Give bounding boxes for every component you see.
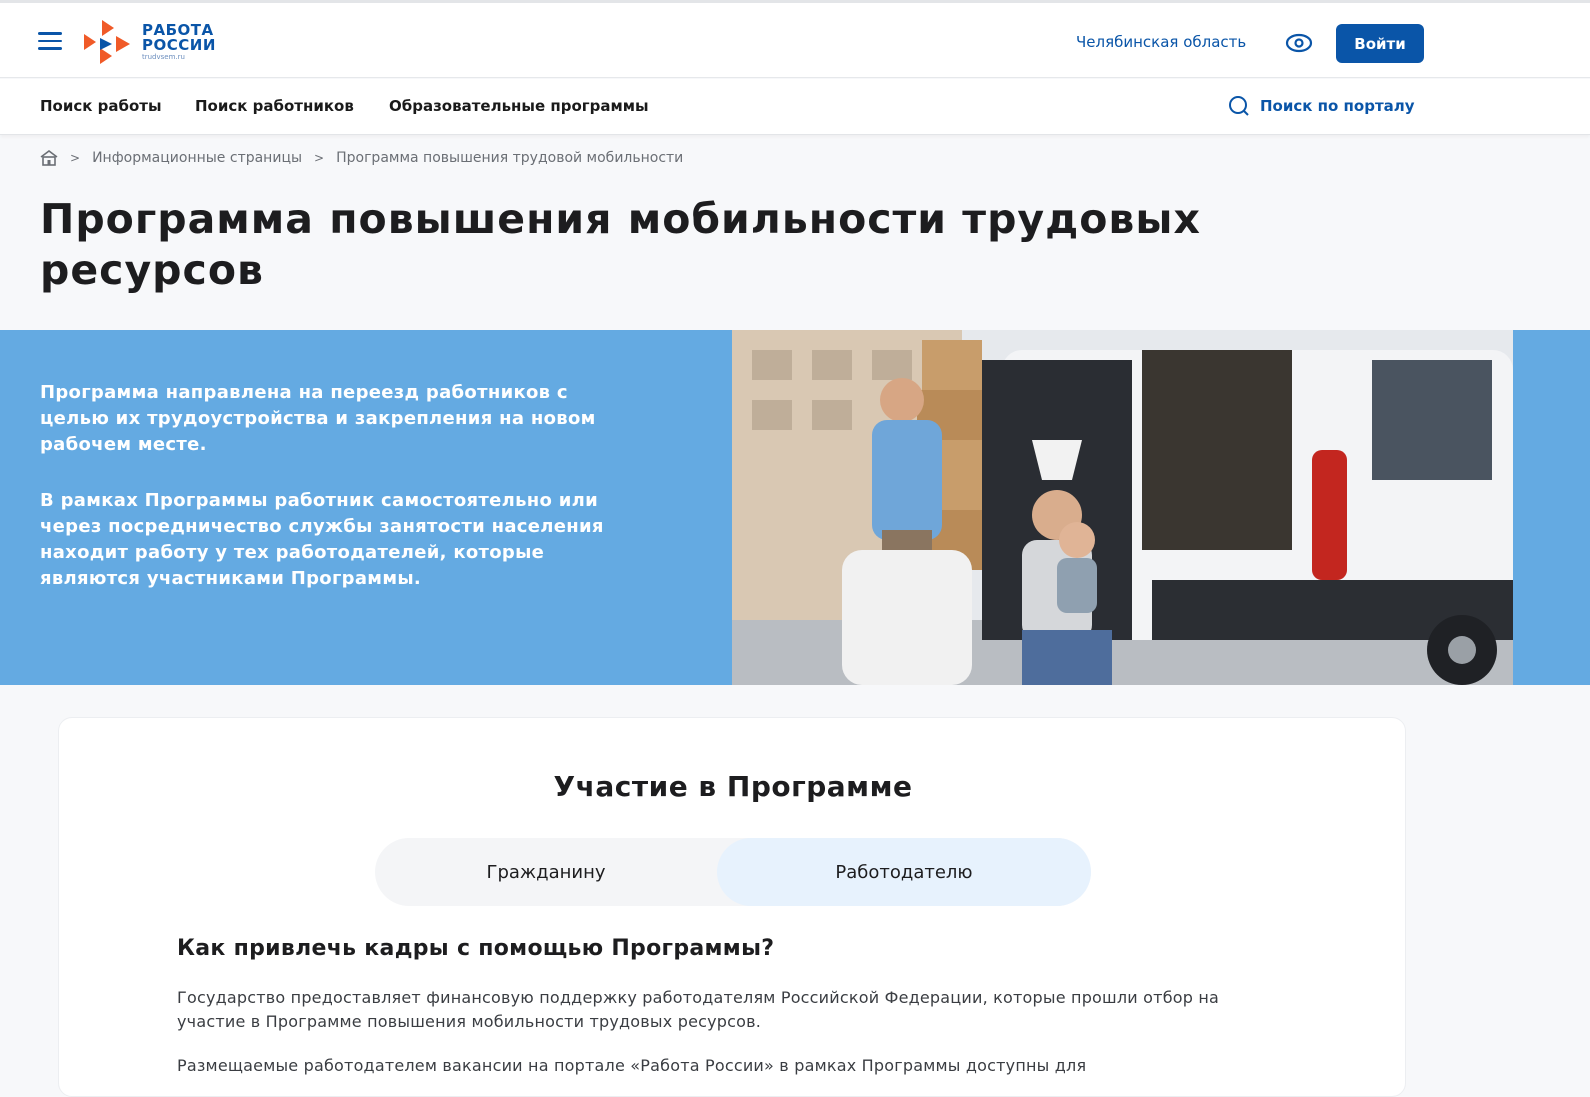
nav-item-education[interactable]: Образовательные программы xyxy=(389,97,649,115)
hero-photo xyxy=(732,330,1513,685)
hero-paragraph-2: В рамках Программы работник самостоятель… xyxy=(40,490,604,589)
section-heading: Как привлечь кадры с помощью Программы? xyxy=(177,936,775,961)
logo-domain: trudvsem.ru xyxy=(142,52,185,61)
logo-icon xyxy=(84,20,130,64)
nav-item-job-search[interactable]: Поиск работы xyxy=(40,97,162,115)
region-selector[interactable]: Челябинская область xyxy=(1076,33,1246,51)
breadcrumb-item-info-pages[interactable]: Информационные страницы xyxy=(92,150,302,166)
portal-search-label: Поиск по порталу xyxy=(1260,97,1415,115)
login-button[interactable]: Войти xyxy=(1336,24,1424,63)
page-title: Программа повышения мобильности трудовых… xyxy=(40,194,1340,296)
section-paragraph-1: Государство предоставляет финансовую под… xyxy=(177,988,1220,1031)
hero-paragraph-1: Программа направлена на переезд работник… xyxy=(40,382,596,455)
breadcrumb-item-current: Программа повышения трудовой мобильности xyxy=(336,150,684,166)
home-icon[interactable] xyxy=(40,150,58,166)
page-title-line2: ресурсов xyxy=(40,246,264,294)
main-nav: Поиск работы Поиск работников Образовате… xyxy=(0,79,1590,135)
participation-card: Участие в Программе Гражданину Работодат… xyxy=(58,717,1406,1097)
logo[interactable]: РАБОТА РОССИИ trudvsem.ru xyxy=(82,18,216,66)
hero-banner: Программа направлена на переезд работник… xyxy=(0,330,1590,685)
logo-line2: РОССИИ xyxy=(142,35,216,54)
breadcrumb: > Информационные страницы > Программа по… xyxy=(40,150,683,166)
top-bar: РАБОТА РОССИИ trudvsem.ru Челябинская об… xyxy=(0,0,1590,78)
eye-icon[interactable] xyxy=(1285,32,1313,54)
tab-citizen[interactable]: Гражданину xyxy=(375,838,717,906)
portal-search[interactable]: Поиск по порталу xyxy=(1228,95,1415,117)
search-icon xyxy=(1229,96,1249,116)
breadcrumb-separator: > xyxy=(70,151,81,165)
page-title-line1: Программа повышения мобильности трудовых xyxy=(40,195,1201,243)
audience-tabs: Гражданину Работодателю xyxy=(375,838,1091,906)
participation-title: Участие в Программе xyxy=(553,770,913,803)
menu-icon[interactable] xyxy=(38,32,62,50)
nav-item-worker-search[interactable]: Поиск работников xyxy=(195,97,354,115)
tab-employer[interactable]: Работодателю xyxy=(717,838,1091,906)
breadcrumb-separator: > xyxy=(314,151,325,165)
hero-text: Программа направлена на переезд работник… xyxy=(40,380,640,622)
logo-text: РАБОТА РОССИИ trudvsem.ru xyxy=(142,22,216,62)
section-paragraph-2: Размещаемые работодателем вакансии на по… xyxy=(177,1056,1087,1075)
